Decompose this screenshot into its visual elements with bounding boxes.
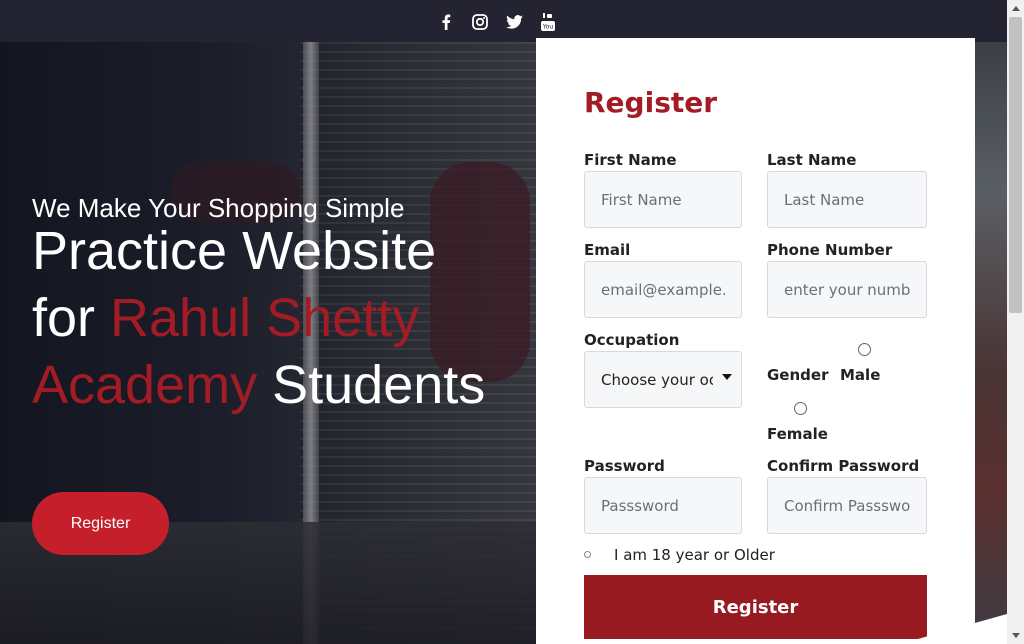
chevron-down-icon: [722, 374, 732, 380]
occupation-label: Occupation: [584, 331, 680, 349]
svg-text:You: You: [542, 24, 554, 31]
first-name-input[interactable]: [584, 171, 742, 228]
email-label: Email: [584, 241, 631, 259]
gender-option-female[interactable]: Female: [767, 425, 828, 443]
confirm-password-label: Confirm Password: [767, 457, 920, 475]
occupation-select[interactable]: Choose your occupation: [584, 351, 742, 408]
age-checkbox[interactable]: [584, 551, 591, 558]
gender-label: Gender: [767, 366, 829, 384]
register-form-panel: Register First Name Last Name Email Phon…: [536, 38, 975, 644]
first-name-label: First Name: [584, 151, 677, 169]
scroll-up-arrow-icon[interactable]: [1007, 0, 1024, 17]
vertical-scrollbar[interactable]: [1007, 0, 1024, 644]
hero-headline: Practice Website for Rahul Shetty Academ…: [32, 218, 502, 419]
last-name-label: Last Name: [767, 151, 857, 169]
hero-register-button[interactable]: Register: [32, 492, 169, 555]
gender-option-male[interactable]: Male: [840, 366, 880, 384]
headline-text-end: Students: [257, 355, 486, 415]
confirm-password-input[interactable]: [767, 477, 927, 534]
age-check-label: I am 18 year or Older: [614, 546, 775, 564]
gender-female-radio[interactable]: [794, 402, 807, 415]
facebook-icon[interactable]: [436, 12, 456, 32]
social-links: You: [436, 12, 558, 32]
gender-male-radio[interactable]: [858, 343, 871, 356]
instagram-icon[interactable]: [470, 12, 490, 32]
occupation-selected-value: Choose your occupation: [601, 370, 713, 389]
twitter-icon[interactable]: [504, 12, 524, 32]
email-input[interactable]: [584, 261, 742, 318]
password-input[interactable]: [584, 477, 742, 534]
top-bar: You: [0, 0, 1007, 42]
phone-label: Phone Number: [767, 241, 893, 259]
youtube-icon[interactable]: You: [538, 12, 558, 32]
scroll-down-arrow-icon[interactable]: [1007, 627, 1024, 644]
form-title: Register: [584, 86, 718, 119]
scrollbar-thumb[interactable]: [1009, 17, 1022, 313]
register-submit-button[interactable]: Register: [584, 575, 927, 639]
password-label: Password: [584, 457, 665, 475]
last-name-input[interactable]: [767, 171, 927, 228]
background-image-edge: [975, 42, 1007, 644]
phone-input[interactable]: [767, 261, 927, 318]
